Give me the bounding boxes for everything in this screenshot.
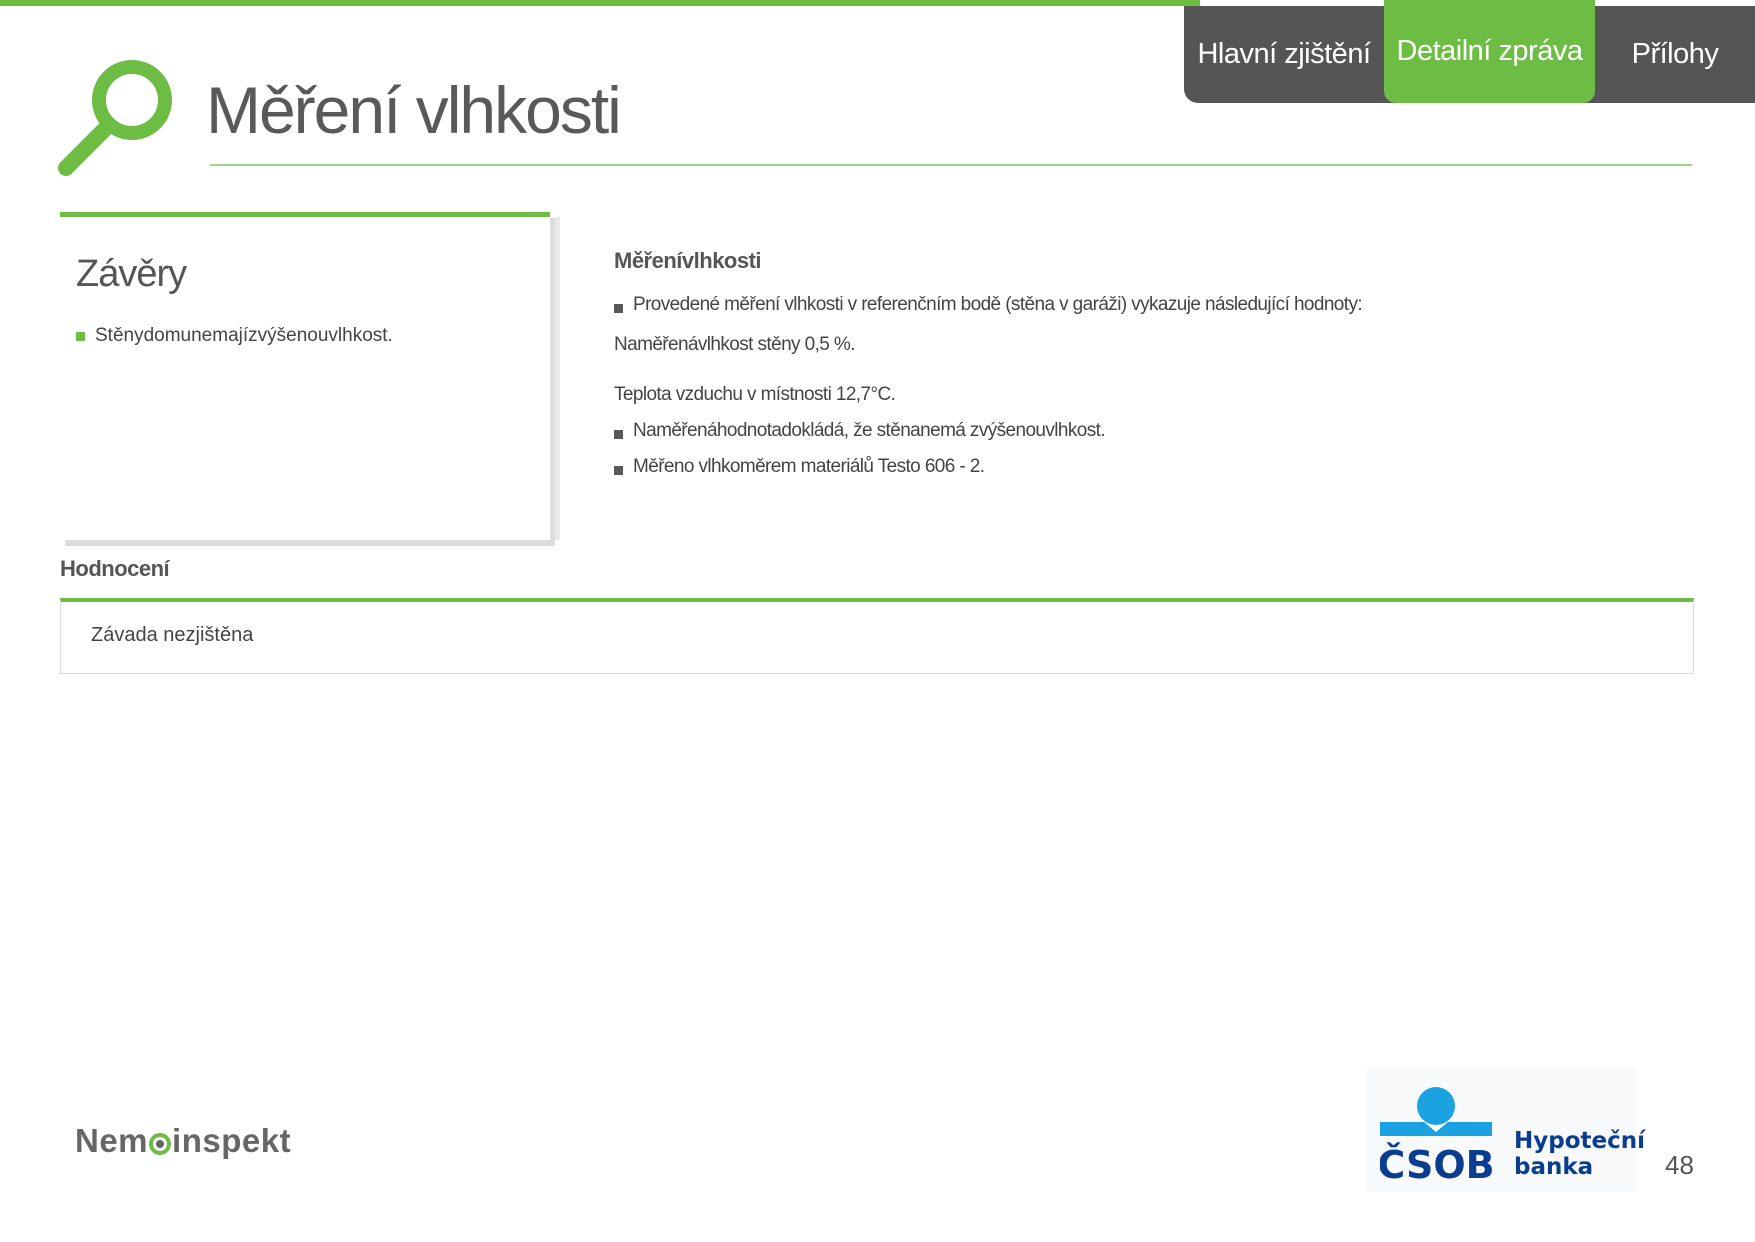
rating-label: Hodnocení <box>60 556 170 581</box>
page-title: Měření vlhkosti <box>206 73 622 147</box>
logo-text-start: Nem <box>75 1122 149 1159</box>
bullet-icon <box>614 429 623 439</box>
detail-section: Měřenívlhkosti Provedené měření vlhkosti… <box>614 248 1694 478</box>
list-item: Stěnydomunemajízvýšenouvlhkost. <box>76 325 393 347</box>
nemoinspekt-logo: Nem inspekt <box>75 1122 291 1160</box>
detail-heading: Měřenívlhkosti <box>614 248 762 273</box>
bullet-icon <box>614 465 623 475</box>
rating-box: Závada nezjištěna <box>60 598 1694 674</box>
conclusion-text: Stěnydomunemajízvýšenouvlhkost. <box>95 325 393 346</box>
detail-text: Provedené měření vlhkosti v referenčním … <box>633 294 1363 315</box>
detail-paragraph: Teplota vzduchu v místnosti 12,7°C. <box>614 384 896 405</box>
tab-detailed-report[interactable]: Detailní zpráva <box>1384 0 1595 103</box>
tab-attachments[interactable]: Přílohy <box>1595 6 1755 103</box>
csob-mark-icon: ČSOB <box>1380 1087 1492 1182</box>
bullet-icon <box>614 303 623 313</box>
bank-name-line1: Hypoteční <box>1514 1128 1645 1154</box>
logo-text-end: inspekt <box>172 1122 292 1159</box>
bullet-icon <box>76 331 85 341</box>
tab-main-findings[interactable]: Hlavní zjištění <box>1184 6 1384 103</box>
conclusions-panel: Závěry Stěnydomunemajízvýšenouvlhkost. <box>60 212 560 540</box>
list-item: Naměřenáhodnotadokládá, že stěnanemá zvý… <box>614 420 1694 442</box>
list-item: Provedené měření vlhkosti v referenčním … <box>614 294 1694 316</box>
conclusions-title: Závěry <box>76 253 187 295</box>
conclusions-list: Stěnydomunemajízvýšenouvlhkost. <box>76 325 393 347</box>
rating-value: Závada nezjištěna <box>91 624 254 646</box>
section-tabs: Hlavní zjištění Detailní zpráva Přílohy <box>1184 0 1755 103</box>
detail-text: Naměřenáhodnotadokládá, že stěnanemá zvý… <box>633 420 1106 441</box>
detail-text: Měřeno vlhkoměrem materiálů Testo 606 - … <box>633 456 985 477</box>
list-item: Měřeno vlhkoměrem materiálů Testo 606 - … <box>614 456 1694 478</box>
page-number: 48 <box>1665 1150 1694 1180</box>
svg-text:ČSOB: ČSOB <box>1380 1143 1492 1182</box>
logo-o-icon <box>149 1133 172 1155</box>
title-divider <box>210 164 1692 166</box>
csob-logo: ČSOB Hypoteční banka <box>1366 1068 1645 1192</box>
detail-paragraph: Naměřenávlhkost stěny 0,5 %. <box>614 334 855 355</box>
magnifier-icon <box>58 60 172 176</box>
top-accent-rule <box>0 0 1200 6</box>
bank-name-line2: banka <box>1514 1154 1594 1180</box>
bank-name: Hypoteční banka <box>1514 1128 1645 1180</box>
